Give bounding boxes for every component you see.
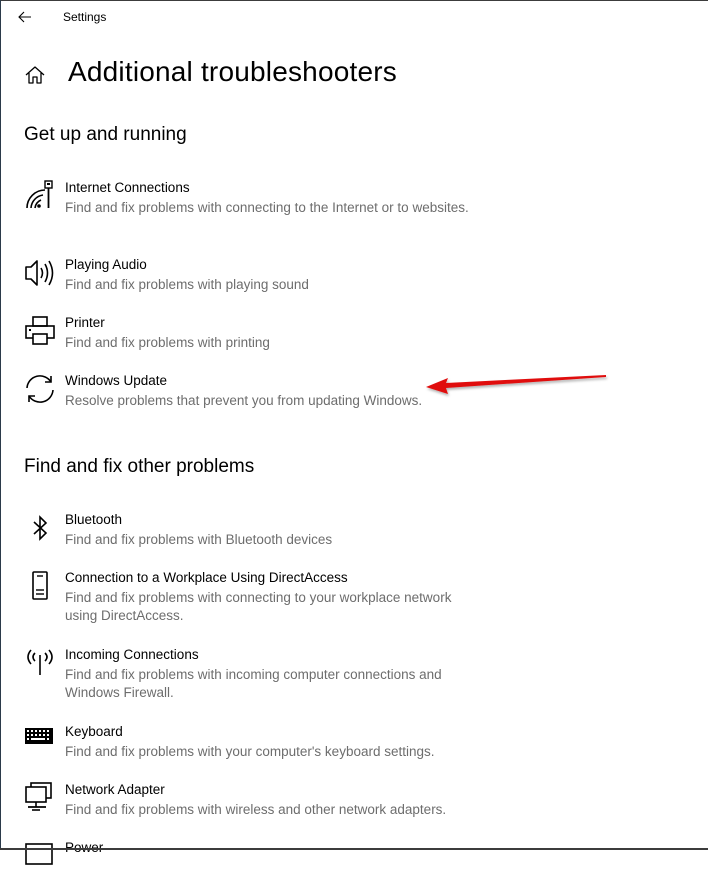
troubleshooter-description: Find and fix problems with connecting to… [65, 200, 469, 215]
troubleshooter-directaccess[interactable]: Connection to a Workplace Using DirectAc… [24, 570, 494, 623]
speaker-icon [25, 260, 54, 286]
window-border-left [0, 0, 1, 850]
power-icon [25, 843, 53, 865]
troubleshooter-bluetooth[interactable]: Bluetooth Find and fix problems with Blu… [24, 512, 494, 552]
internet-connections-icon [26, 180, 53, 209]
troubleshooter-name: Internet Connections [65, 180, 190, 195]
troubleshooter-description: Find and fix problems with incoming comp… [65, 667, 442, 700]
printer-icon [25, 316, 55, 345]
sync-icon [26, 375, 54, 403]
arrow-left-icon [18, 11, 31, 23]
page-title: Additional troubleshooters [68, 56, 397, 87]
troubleshooter-description: Find and fix problems with connecting to… [65, 590, 452, 623]
troubleshooter-keyboard[interactable]: Keyboard Find and fix problems with your… [24, 724, 494, 764]
keyboard-icon [25, 728, 53, 744]
troubleshooter-name: Connection to a Workplace Using DirectAc… [65, 570, 348, 585]
annotation-arrow [426, 375, 606, 394]
troubleshooter-name: Bluetooth [65, 512, 123, 527]
bluetooth-icon [33, 515, 48, 541]
troubleshooter-name: Windows Update [65, 373, 168, 388]
troubleshooter-description: Find and fix problems with playing sound [65, 277, 309, 292]
troubleshooter-playing-audio[interactable]: Playing Audio Find and fix problems with… [24, 257, 494, 297]
section-title-get-up-and-running: Get up and running [24, 124, 187, 145]
troubleshooter-description: Find and fix problems with wireless and … [65, 802, 447, 817]
troubleshooter-internet-connections[interactable]: Internet Connections Find and fix proble… [24, 180, 494, 228]
phone-icon [32, 571, 48, 600]
troubleshooter-name: Keyboard [65, 724, 123, 739]
antenna-icon [27, 649, 53, 675]
title-bar: Settings [0, 0, 708, 34]
troubleshooter-name: Network Adapter [65, 782, 165, 797]
troubleshooter-printer[interactable]: Printer Find and fix problems with print… [24, 315, 494, 355]
troubleshooter-name: Printer [65, 315, 105, 330]
troubleshooter-name: Playing Audio [65, 257, 147, 272]
section-title-find-and-fix-other-problems: Find and fix other problems [24, 456, 255, 477]
troubleshooter-incoming-connections[interactable]: Incoming Connections Find and fix proble… [24, 647, 494, 700]
troubleshooter-network-adapter[interactable]: Network Adapter Find and fix problems wi… [24, 782, 494, 822]
back-button[interactable] [12, 5, 38, 29]
network-adapter-icon [25, 782, 52, 811]
home-icon[interactable] [24, 64, 46, 86]
window-title: Settings [63, 10, 107, 24]
troubleshooter-description: Find and fix problems with Bluetooth dev… [65, 532, 333, 547]
troubleshooter-name: Incoming Connections [65, 647, 199, 662]
troubleshooter-description: Find and fix problems with your computer… [65, 744, 435, 759]
troubleshooter-description: Find and fix problems with printing [65, 335, 270, 350]
troubleshooter-power[interactable]: Power [24, 840, 494, 865]
